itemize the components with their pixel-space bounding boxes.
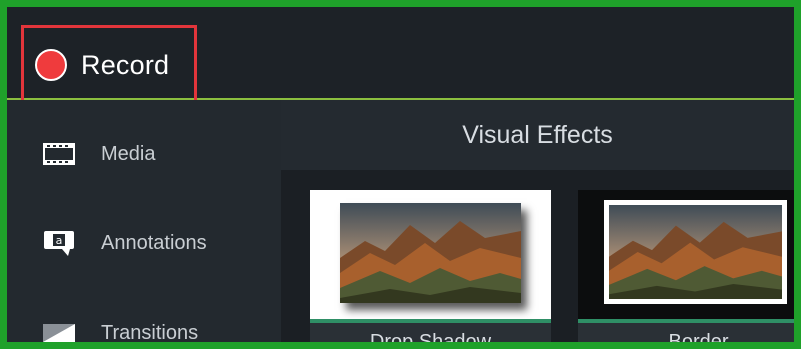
sidebar: Media a Annotations Transitions [7, 100, 281, 342]
annotation-icon: a [40, 229, 78, 257]
svg-text:a: a [56, 234, 63, 247]
effect-label: Border [578, 323, 794, 342]
toolbar: Record [7, 7, 794, 105]
transition-icon [40, 319, 78, 342]
record-label: Record [81, 49, 170, 80]
visual-effects-panel: Visual Effects Drop Shadow Border [281, 100, 794, 342]
effect-label: Drop Shadow [310, 323, 551, 342]
sidebar-item-label: Annotations [101, 231, 207, 254]
record-icon [35, 49, 67, 81]
record-button[interactable]: Record [21, 25, 197, 105]
effect-card-border[interactable]: Border [578, 190, 794, 342]
film-icon [40, 140, 78, 168]
sidebar-item-media[interactable]: Media [7, 124, 281, 184]
sidebar-item-label: Transitions [101, 321, 199, 343]
sidebar-item-annotations[interactable]: a Annotations [7, 213, 281, 273]
mountain-thumbnail [340, 203, 521, 303]
app-window: Record Media a Annotations Transitions V… [7, 7, 794, 342]
sidebar-item-label: Media [101, 142, 156, 165]
sidebar-item-transitions[interactable]: Transitions [7, 303, 281, 342]
panel-title: Visual Effects [281, 100, 794, 170]
effects-grid: Drop Shadow Border [281, 170, 794, 342]
mountain-thumbnail [604, 200, 787, 304]
effect-card-drop-shadow[interactable]: Drop Shadow [310, 190, 551, 342]
